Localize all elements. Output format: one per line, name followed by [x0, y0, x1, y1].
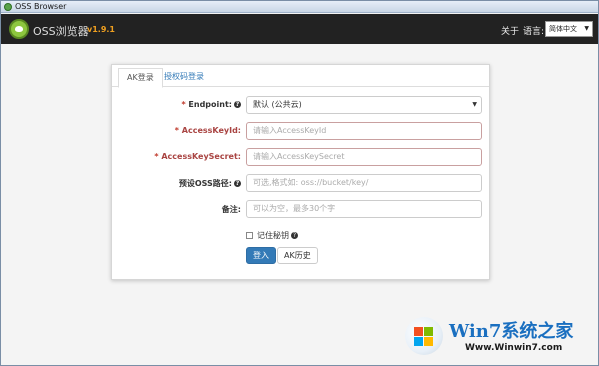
note-label: 备注:: [221, 205, 241, 214]
oss-path-input[interactable]: 可选,格式如: oss://bucket/key/: [246, 174, 482, 192]
about-link[interactable]: 关于: [501, 24, 519, 37]
note-row: 备注: 可以为空，最多30个字: [112, 200, 491, 218]
language-value: 简体中文: [549, 25, 577, 33]
note-input[interactable]: 可以为空，最多30个字: [246, 200, 482, 218]
tab-auth-code-login[interactable]: 授权码登录: [156, 68, 212, 88]
watermark-url: Www.Winwin7.com: [465, 343, 563, 353]
oss-path-label: 预设OSS路径:?: [178, 179, 241, 188]
language-select[interactable]: 简体中文 ▼: [545, 21, 593, 37]
ak-history-button[interactable]: AK历史: [277, 247, 318, 264]
caret-down-icon: ▼: [472, 101, 477, 108]
access-key-id-input[interactable]: 请输入AccessKeyId: [246, 122, 482, 140]
version-badge: v1.9.1: [87, 25, 115, 34]
oss-logo-icon: [9, 19, 29, 39]
help-icon: ?: [291, 232, 298, 239]
app-icon: [4, 3, 12, 11]
app-header: OSS浏览器 v1.9.1 关于 语言: 简体中文 ▼: [1, 14, 598, 44]
remember-label: 记住秘钥: [257, 231, 289, 240]
endpoint-select[interactable]: 默认 (公共云) ▼: [246, 96, 482, 114]
windows-logo-icon: [405, 317, 443, 355]
watermark: Win7系统之家 Www.Winwin7.com: [399, 311, 595, 363]
access-key-id-label: * AccessKeyId:: [174, 126, 241, 135]
help-icon: ?: [234, 180, 241, 187]
window-titlebar: OSS Browser: [1, 1, 598, 13]
access-key-secret-input[interactable]: 请输入AccessKeySecret: [246, 148, 482, 166]
help-icon: ?: [234, 101, 241, 108]
remember-checkbox[interactable]: [246, 232, 253, 239]
login-tabs: AK登录 授权码登录: [112, 65, 489, 88]
remember-key-option[interactable]: 记住秘钥?: [246, 230, 298, 241]
brand-name: OSS浏览器: [33, 25, 89, 38]
watermark-brand: Win7系统之家: [449, 321, 574, 342]
access-key-secret-label: * AccessKeySecret:: [154, 152, 241, 161]
login-panel: AK登录 授权码登录 * Endpoint:? 默认 (公共云) ▼ * Acc…: [111, 64, 490, 280]
window-title: OSS Browser: [15, 2, 67, 11]
endpoint-value: 默认 (公共云): [253, 100, 302, 109]
language-label: 语言:: [523, 27, 545, 37]
caret-down-icon: ▼: [584, 25, 589, 32]
access-key-secret-row: * AccessKeySecret: 请输入AccessKeySecret: [112, 148, 491, 166]
endpoint-row: * Endpoint:? 默认 (公共云) ▼: [112, 96, 491, 114]
access-key-id-row: * AccessKeyId: 请输入AccessKeyId: [112, 122, 491, 140]
oss-path-row: 预设OSS路径:? 可选,格式如: oss://bucket/key/: [112, 174, 491, 192]
app-window: OSS Browser OSS浏览器 v1.9.1 关于 语言: 简体中文 ▼ …: [0, 0, 599, 366]
login-button[interactable]: 登入: [246, 247, 276, 264]
endpoint-label: * Endpoint:?: [181, 100, 241, 109]
